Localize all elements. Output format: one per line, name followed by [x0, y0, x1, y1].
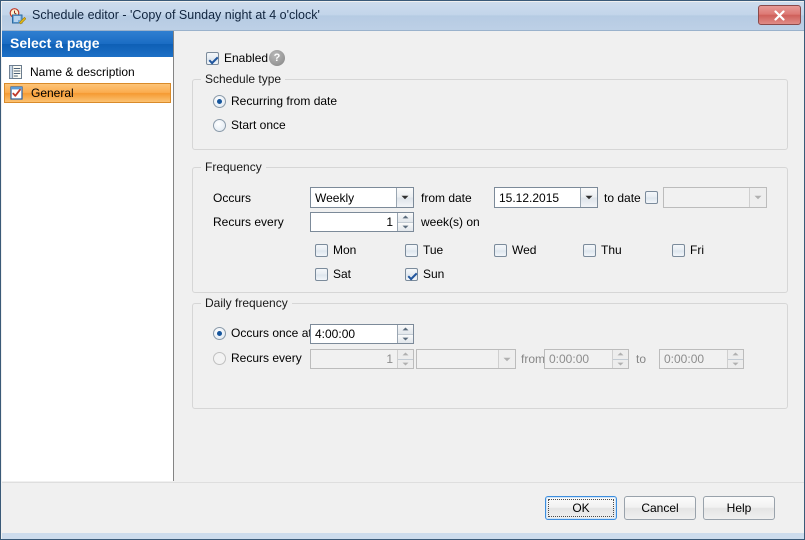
- occurs-label: Occurs: [213, 191, 252, 205]
- day-checkbox-fri[interactable]: [672, 244, 685, 257]
- day-checkbox-sat[interactable]: [315, 268, 328, 281]
- day-label-sun: Sun: [423, 267, 445, 281]
- radio-start-once-label: Start once: [231, 118, 286, 132]
- daily-frequency-group-title: Daily frequency: [201, 296, 292, 310]
- help-button[interactable]: Help: [703, 496, 775, 520]
- general-page-icon: [9, 85, 25, 101]
- radio-occurs-once-at[interactable]: [213, 327, 226, 340]
- occurs-once-time-value: 4:00:00: [315, 327, 356, 341]
- day-label-thu: Thu: [601, 243, 622, 257]
- spinner-buttons[interactable]: [397, 325, 413, 343]
- from-date-combo[interactable]: 15.12.2015: [494, 187, 598, 208]
- help-button-label: Help: [726, 501, 752, 515]
- daily-recurs-unit-combo: [416, 349, 516, 369]
- day-label-fri: Fri: [690, 243, 704, 257]
- ok-button[interactable]: OK: [545, 496, 617, 520]
- schedule-editor-icon: [9, 8, 27, 25]
- spinner-up-icon: [398, 350, 413, 359]
- spinner-buttons: [727, 350, 743, 368]
- weeks-on-label: week(s) on: [421, 215, 480, 229]
- to-date-combo: [663, 187, 767, 208]
- occurs-combo[interactable]: Weekly: [310, 187, 414, 208]
- day-label-mon: Mon: [333, 243, 357, 257]
- sidebar-item-name-and-description[interactable]: Name & description: [4, 62, 171, 82]
- cancel-button[interactable]: Cancel: [624, 496, 696, 520]
- sidebar-item-label: Name & description: [30, 65, 135, 79]
- spinner-up-icon: [613, 350, 628, 359]
- daily-to-time-spinner: 0:00:00: [659, 349, 744, 369]
- occurs-once-time-spinner[interactable]: 4:00:00: [310, 324, 414, 344]
- day-checkbox-tue[interactable]: [405, 244, 418, 257]
- daily-from-label: from: [521, 352, 545, 366]
- close-button[interactable]: [758, 5, 801, 25]
- recurs-every-label: Recurs every: [213, 215, 284, 229]
- day-label-tue: Tue: [423, 243, 444, 257]
- radio-recurring-from-date[interactable]: [213, 95, 226, 108]
- spinner-buttons: [397, 350, 413, 368]
- chevron-down-icon: [749, 188, 766, 207]
- frequency-group: Frequency: [192, 160, 788, 293]
- spinner-down-icon: [613, 358, 628, 368]
- daily-to-label: to: [636, 352, 647, 366]
- description-page-icon: [8, 64, 24, 80]
- cancel-button-label: Cancel: [641, 501, 679, 515]
- day-checkbox-thu[interactable]: [583, 244, 596, 257]
- daily-to-time-value: 0:00:00: [664, 352, 705, 366]
- window-bottom-strip: [2, 533, 804, 539]
- frequency-group-title: Frequency: [201, 160, 266, 174]
- dialog-footer: OK Cancel Help: [2, 482, 804, 534]
- main-panel: Enabled ? Schedule type Recurring from d…: [175, 31, 804, 481]
- day-checkbox-sun[interactable]: [405, 268, 418, 281]
- from-date-label: from date: [421, 191, 472, 205]
- spinner-down-icon[interactable]: [398, 333, 413, 343]
- spinner-down-icon: [398, 358, 413, 368]
- daily-recurs-interval-spinner: 1: [310, 349, 414, 369]
- enabled-label: Enabled: [224, 51, 269, 65]
- sidebar-item-general[interactable]: General: [4, 83, 171, 103]
- day-checkbox-mon[interactable]: [315, 244, 328, 257]
- schedule-type-group: Schedule type: [192, 72, 788, 150]
- window-title: Schedule editor - 'Copy of Sunday night …: [32, 8, 320, 22]
- sidebar-item-label: General: [31, 86, 74, 100]
- daily-from-time-value: 0:00:00: [549, 352, 590, 366]
- daily-from-time-spinner: 0:00:00: [544, 349, 629, 369]
- recurs-every-weeks-spinner[interactable]: 1: [310, 212, 414, 232]
- spinner-down-icon: [728, 358, 743, 368]
- title-bar: Schedule editor - 'Copy of Sunday night …: [2, 2, 804, 31]
- spinner-up-icon: [728, 350, 743, 359]
- focus-ring: [548, 499, 614, 517]
- spinner-buttons: [612, 350, 628, 368]
- spinner-up-icon[interactable]: [398, 325, 413, 334]
- radio-occurs-once-at-label: Occurs once at: [231, 326, 312, 340]
- schedule-editor-window: Schedule editor - 'Copy of Sunday night …: [0, 0, 805, 540]
- help-icon[interactable]: ?: [269, 50, 285, 66]
- radio-recurring-from-date-label: Recurring from date: [231, 94, 338, 108]
- sidebar-header: Select a page: [2, 31, 173, 57]
- radio-start-once[interactable]: [213, 119, 226, 132]
- daily-recurs-interval-value: 1: [386, 352, 393, 366]
- occurs-combo-value: Weekly: [315, 190, 355, 205]
- chevron-down-icon: [498, 350, 515, 368]
- close-icon: [774, 9, 785, 21]
- enabled-checkbox[interactable]: [206, 52, 219, 65]
- spinner-buttons[interactable]: [397, 213, 413, 231]
- to-date-label: to date: [604, 191, 641, 205]
- from-date-value: 15.12.2015: [499, 190, 560, 205]
- schedule-type-group-title: Schedule type: [201, 72, 286, 86]
- recurs-every-weeks-value: 1: [386, 215, 393, 229]
- chevron-down-icon[interactable]: [396, 188, 413, 207]
- radio-daily-recurs-every[interactable]: [213, 352, 226, 365]
- spinner-down-icon[interactable]: [398, 221, 413, 231]
- to-date-checkbox[interactable]: [645, 191, 658, 204]
- chevron-down-icon[interactable]: [580, 188, 597, 207]
- radio-daily-recurs-every-label: Recurs every: [231, 351, 302, 365]
- day-checkbox-wed[interactable]: [494, 244, 507, 257]
- day-label-wed: Wed: [512, 243, 537, 257]
- day-label-sat: Sat: [333, 267, 352, 281]
- sidebar: Select a page Name & description General: [2, 31, 174, 481]
- spinner-up-icon[interactable]: [398, 213, 413, 222]
